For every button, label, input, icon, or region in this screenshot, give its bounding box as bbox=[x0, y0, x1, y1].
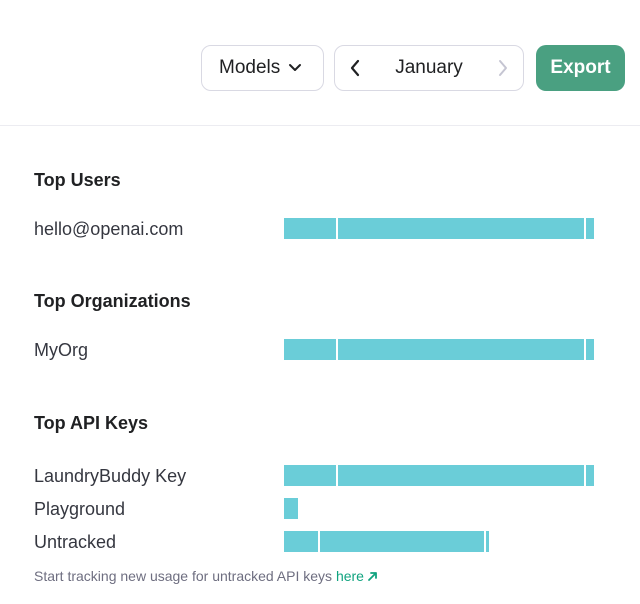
user-row-label: hello@openai.com bbox=[34, 219, 184, 239]
usage-bar bbox=[284, 339, 594, 360]
tracking-link-label: here bbox=[335, 568, 364, 584]
usage-bar-segment bbox=[284, 218, 336, 239]
usage-bar-segment bbox=[338, 339, 584, 360]
current-month: January bbox=[395, 57, 463, 78]
chevron-down-icon bbox=[288, 63, 302, 73]
section-title-top-users: Top Users bbox=[34, 170, 121, 190]
api-key-row-label: Playground bbox=[34, 499, 126, 519]
usage-bar-segment bbox=[338, 465, 584, 486]
usage-bar-segment bbox=[486, 531, 489, 552]
section-title-top-organizations: Top Organizations bbox=[34, 291, 191, 311]
toolbar: Models January Export bbox=[0, 0, 640, 126]
chevron-right-icon bbox=[499, 60, 507, 76]
usage-bar bbox=[284, 465, 594, 486]
tracking-link[interactable]: here bbox=[336, 568, 378, 584]
usage-bar-segment bbox=[284, 339, 336, 360]
export-button[interactable]: Export bbox=[536, 45, 625, 91]
footnote-text: Start tracking new usage for untracked A… bbox=[34, 568, 333, 584]
previous-month-button[interactable] bbox=[335, 46, 375, 90]
usage-bar-segment bbox=[284, 465, 336, 486]
usage-bar-segment bbox=[586, 339, 594, 360]
untracked-keys-note: Start tracking new usage for untracked A… bbox=[34, 568, 378, 585]
month-picker: January bbox=[334, 45, 524, 91]
usage-bar-segment bbox=[586, 218, 594, 239]
section-title-top-api-keys: Top API Keys bbox=[34, 413, 149, 433]
usage-bar-segment bbox=[338, 218, 584, 239]
usage-bar bbox=[284, 218, 594, 239]
arrow-up-right-icon bbox=[367, 569, 378, 585]
usage-bar-segment bbox=[284, 498, 298, 519]
api-key-row-label: LaundryBuddy Key bbox=[34, 466, 187, 486]
usage-bar-segment bbox=[320, 531, 484, 552]
models-label: Models bbox=[219, 57, 281, 78]
usage-bar-segment bbox=[284, 531, 318, 552]
usage-bar-segment bbox=[586, 465, 594, 486]
usage-bar bbox=[284, 498, 298, 519]
usage-bar bbox=[284, 531, 489, 552]
api-key-row-label: Untracked bbox=[34, 532, 117, 552]
next-month-button[interactable] bbox=[483, 46, 523, 90]
chevron-left-icon bbox=[350, 59, 360, 77]
models-dropdown-button[interactable]: Models bbox=[201, 45, 324, 91]
org-row-label: MyOrg bbox=[34, 340, 88, 360]
